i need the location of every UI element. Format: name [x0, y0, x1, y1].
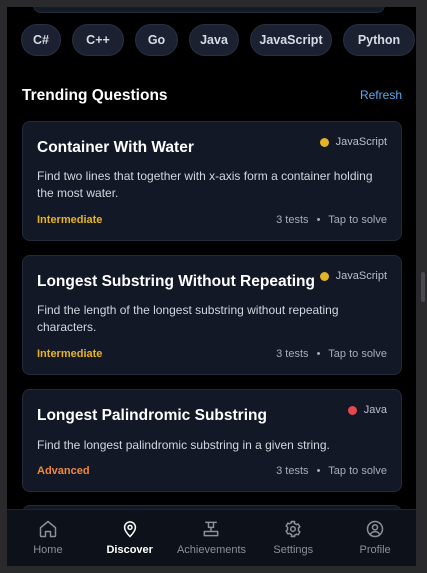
language-label: JavaScript	[335, 270, 387, 282]
question-title: Longest Palindromic Substring	[37, 407, 267, 424]
chip-javascript[interactable]: JavaScript	[250, 24, 332, 56]
tab-label: Discover	[106, 544, 153, 556]
question-title: Longest Substring Without Repeating	[37, 273, 315, 290]
language-dot-icon	[347, 405, 357, 415]
language-label: Java	[363, 404, 387, 416]
difficulty-label: Intermediate	[37, 348, 103, 360]
question-card[interactable]: Container With Water JavaScript Find two…	[22, 121, 402, 241]
language-tag: Java	[347, 404, 387, 416]
language-tag: JavaScript	[319, 136, 387, 148]
scroll-handle[interactable]	[421, 272, 425, 302]
language-label: JavaScript	[335, 136, 387, 148]
meta-separator: •	[316, 348, 321, 360]
chip-python[interactable]: Python	[343, 24, 415, 56]
location-pin-icon	[123, 521, 136, 538]
question-title: Container With Water	[37, 139, 194, 156]
tab-label: Settings	[273, 544, 314, 556]
tab-home[interactable]: Home	[7, 510, 89, 566]
tab-settings[interactable]: Settings	[252, 510, 334, 566]
language-dot-icon	[319, 271, 329, 281]
test-count: 3 tests	[276, 214, 309, 226]
tab-profile[interactable]: Profile	[334, 510, 416, 566]
tap-to-solve-label: Tap to solve	[328, 214, 387, 226]
tap-to-solve-label: Tap to solve	[328, 348, 387, 360]
meta-separator: •	[316, 214, 321, 226]
question-card[interactable]: Longest Substring Without Repeating Java…	[22, 255, 402, 375]
meta-separator: •	[316, 465, 321, 477]
home-icon	[39, 520, 57, 538]
tab-achievements[interactable]: Achievements	[171, 510, 253, 566]
question-meta: 3 tests • Tap to solve	[276, 465, 387, 477]
app-screen: C# C++ Go Java JavaScript Python Trendin…	[7, 7, 416, 566]
tab-label: Achievements	[176, 544, 247, 556]
question-description: Find two lines that together with x-axis…	[37, 169, 373, 200]
chip-java[interactable]: Java	[189, 24, 239, 56]
section-title: Trending Questions	[22, 87, 168, 104]
question-meta: 3 tests • Tap to solve	[276, 214, 387, 226]
tab-label: Home	[33, 544, 63, 556]
refresh-link[interactable]: Refresh	[360, 88, 402, 102]
chip-csharp[interactable]: C#	[21, 24, 61, 56]
test-count: 3 tests	[276, 348, 309, 360]
language-tag: JavaScript	[319, 270, 387, 282]
tap-to-solve-label: Tap to solve	[328, 465, 387, 477]
test-count: 3 tests	[276, 465, 309, 477]
question-description: Find the longest palindromic substring i…	[37, 438, 330, 452]
difficulty-label: Advanced	[37, 465, 90, 477]
language-dot-icon	[319, 137, 329, 147]
tab-discover[interactable]: Discover	[89, 510, 171, 566]
question-meta: 3 tests • Tap to solve	[276, 348, 387, 360]
search-bar-edge[interactable]	[33, 7, 385, 13]
chip-cpp[interactable]: C++	[72, 24, 124, 56]
question-description: Find the length of the longest substring…	[37, 303, 339, 334]
chip-go[interactable]: Go	[135, 24, 178, 56]
question-card[interactable]: Longest Palindromic Substring Java Find …	[22, 389, 402, 492]
settings-icon	[285, 520, 301, 538]
language-filter-chips: C# C++ Go Java JavaScript Python	[21, 24, 415, 56]
bottom-tab-bar: Home Discover Achievements Settings Prof…	[7, 509, 416, 566]
difficulty-label: Intermediate	[37, 214, 103, 226]
podium-icon	[204, 521, 219, 537]
tab-label: Profile	[359, 544, 391, 556]
device-frame: C# C++ Go Java JavaScript Python Trendin…	[0, 0, 427, 573]
profile-icon	[366, 520, 384, 538]
